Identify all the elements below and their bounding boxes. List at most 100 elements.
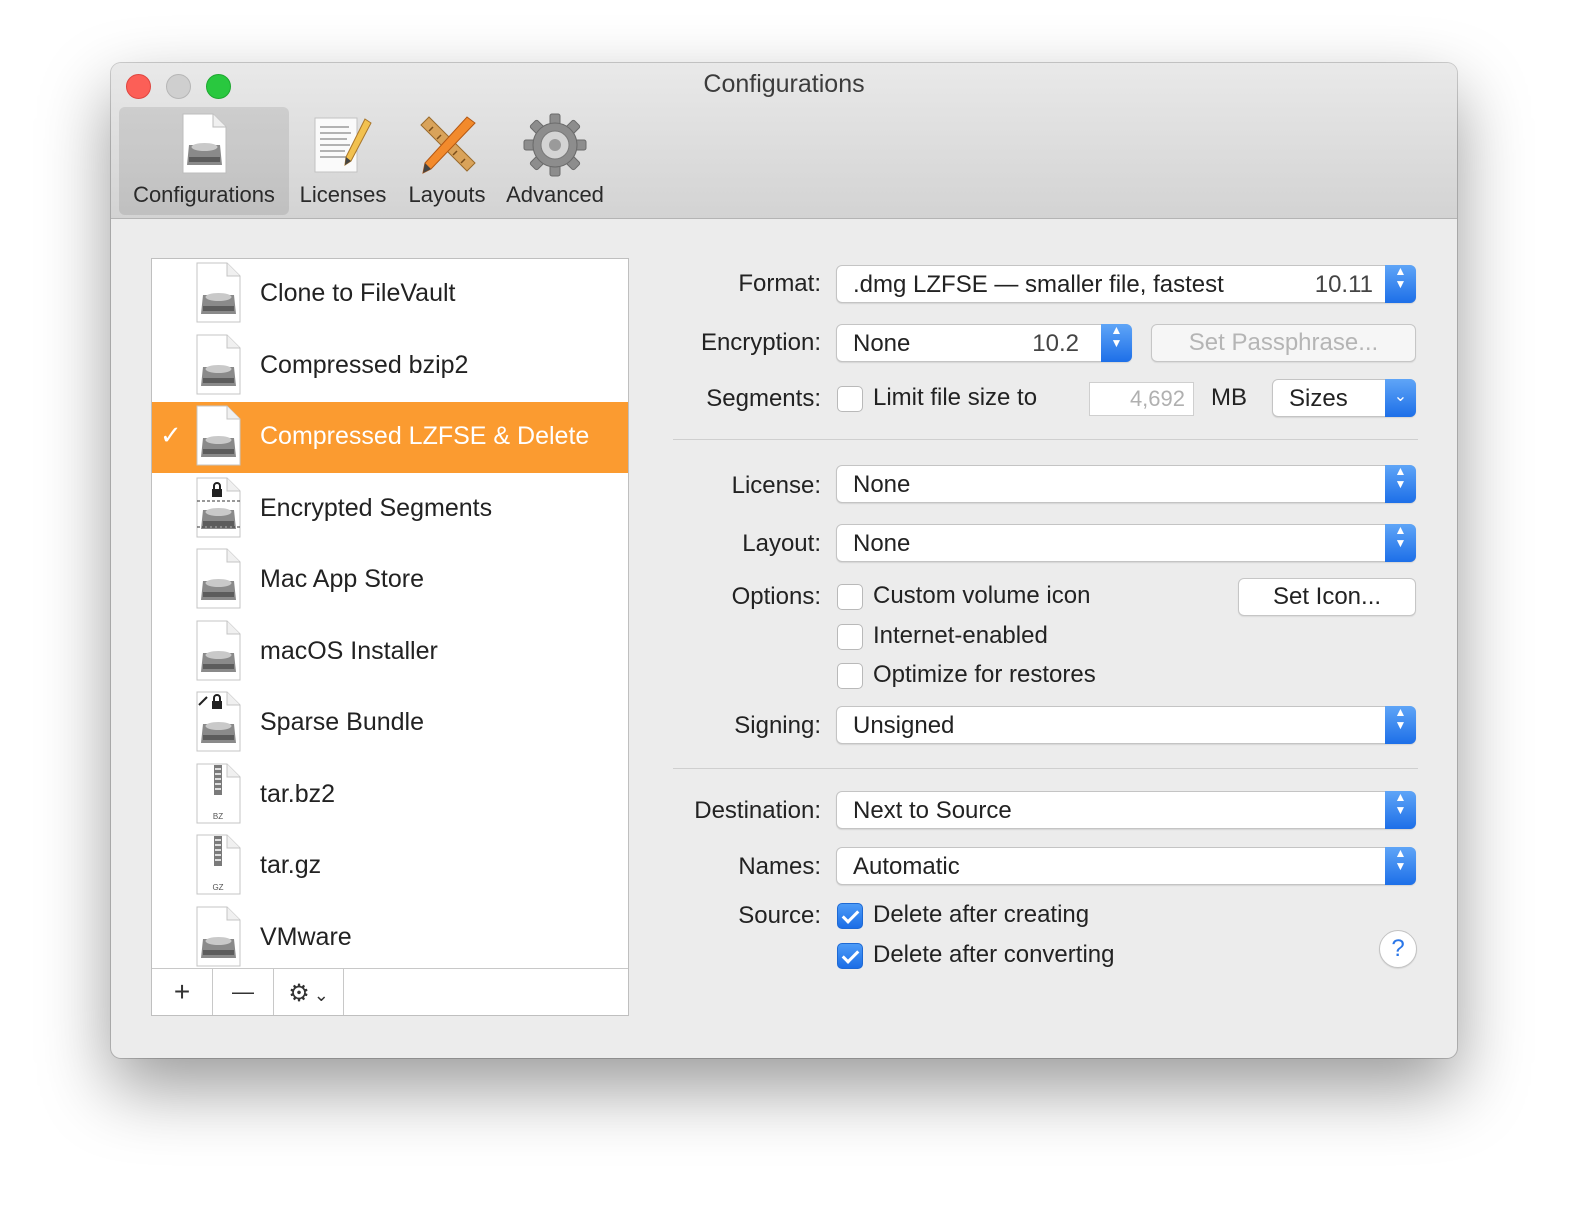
format-label: Format: — [738, 270, 821, 297]
list-item-label: Encrypted Segments — [260, 493, 493, 522]
source-label: Source: — [738, 902, 821, 929]
list-item[interactable]: Sparse Bundle — [152, 688, 628, 759]
delete-after-creating-label: Delete after creating — [873, 901, 1090, 928]
limit-file-size-label: Limit file size to — [873, 384, 1038, 411]
optimize-restores-label: Optimize for restores — [873, 661, 1096, 688]
disk-image-icon — [194, 405, 242, 472]
list-item-label: Clone to FileVault — [260, 279, 456, 307]
segments-label: Segments: — [706, 385, 821, 412]
list-item[interactable]: Mac App Store — [152, 545, 628, 616]
list-item-label: Sparse Bundle — [260, 708, 425, 736]
delete-after-creating-checkbox[interactable] — [837, 903, 863, 929]
encryption-label: Encryption: — [700, 329, 821, 356]
delete-after-converting-checkbox[interactable] — [837, 943, 863, 969]
tab-configurations[interactable]: Configurations — [119, 107, 289, 215]
list-item[interactable]: ✓ Compressed LZFSE & Delete — [152, 402, 628, 473]
internet-enabled-label: Internet-enabled — [873, 622, 1048, 649]
custom-volume-icon-checkbox[interactable] — [837, 584, 863, 610]
popup-arrows-icon: ▲ ▼ — [1101, 324, 1132, 362]
delete-after-converting-label: Delete after converting — [873, 941, 1115, 968]
remove-configuration-button[interactable]: — — [213, 969, 274, 1015]
list-item-label: tar.gz — [260, 851, 322, 879]
gear-icon: ⚙ — [288, 980, 310, 1007]
window-title: Configurations — [703, 70, 865, 98]
set-icon-button[interactable]: Set Icon... — [1238, 578, 1416, 616]
disk-image-icon — [180, 113, 228, 181]
limit-file-size-checkbox[interactable] — [837, 386, 863, 412]
destination-value: Next to Source — [853, 797, 1012, 824]
preferences-window: Configurations Configurations Licenses L… — [111, 63, 1457, 1058]
options-label: Options: — [731, 583, 821, 610]
list-item-label: VMware — [260, 922, 352, 951]
encryption-version: 10.2 — [1032, 330, 1079, 357]
segment-size-field[interactable]: 4,692 — [1089, 382, 1194, 416]
list-item[interactable]: GZ tar.gz — [152, 831, 628, 902]
encryption-popup[interactable]: None 10.2 ▲ ▼ — [836, 324, 1132, 362]
license-popup[interactable]: None ▲ ▼ — [836, 465, 1416, 503]
ruler-pencil-icon — [415, 113, 479, 183]
list-toolbar: + — ⚙ ⌄ — [152, 968, 628, 1015]
list-item-label: tar.bz2 — [260, 779, 336, 808]
tab-advanced[interactable]: Advanced — [499, 107, 611, 215]
chevron-down-icon: ⌄ — [1385, 379, 1416, 417]
encryption-value: None — [853, 330, 911, 357]
tab-licenses[interactable]: Licenses — [293, 107, 393, 215]
add-configuration-button[interactable]: + — [152, 969, 213, 1015]
format-popup[interactable]: .dmg LZFSE — smaller file, fastest 10.11… — [836, 265, 1416, 303]
list-item-label: Mac App Store — [260, 565, 424, 593]
names-popup[interactable]: Automatic ▲ ▼ — [836, 847, 1416, 885]
list-item-label: Compressed LZFSE & Delete — [260, 422, 590, 450]
destination-popup[interactable]: Next to Source ▲ ▼ — [836, 791, 1416, 829]
checkmark-icon: ✓ — [160, 420, 182, 450]
gear-icon — [523, 113, 587, 183]
destination-label: Destination: — [694, 797, 821, 824]
disk-image-icon — [194, 334, 242, 401]
internet-enabled-checkbox[interactable] — [837, 624, 863, 650]
document-pencil-icon — [311, 113, 375, 181]
tab-label: Configurations — [133, 182, 275, 207]
separator — [673, 439, 1418, 440]
list-item[interactable]: Encrypted Segments — [152, 474, 628, 545]
list-item-label: Compressed bzip2 — [260, 350, 469, 379]
help-button[interactable]: ? — [1379, 930, 1417, 968]
list-item[interactable]: Clone to FileVault — [152, 259, 628, 330]
popup-arrows-icon: ▲ ▼ — [1385, 465, 1416, 503]
sparse-bundle-icon — [194, 691, 242, 758]
popup-arrows-icon: ▲ ▼ — [1385, 706, 1416, 744]
archive-bz-icon: BZ — [194, 763, 242, 830]
disk-image-icon — [194, 620, 242, 687]
disk-image-icon — [194, 262, 242, 329]
list-item[interactable]: BZ tar.bz2 — [152, 760, 628, 831]
list-item[interactable]: macOS Installer — [152, 617, 628, 688]
segment-size-unit: MB — [1211, 384, 1247, 411]
names-label: Names: — [738, 853, 821, 880]
set-passphrase-button[interactable]: Set Passphrase... — [1151, 324, 1416, 362]
signing-popup[interactable]: Unsigned ▲ ▼ — [836, 706, 1416, 744]
signing-label: Signing: — [734, 712, 821, 739]
names-value: Automatic — [853, 853, 960, 880]
layout-popup[interactable]: None ▲ ▼ — [836, 524, 1416, 562]
list-item[interactable]: VMware — [152, 903, 628, 974]
license-label: License: — [731, 472, 821, 499]
tab-layouts[interactable]: Layouts — [399, 107, 495, 215]
titlebar: Configurations Configurations Licenses L… — [111, 63, 1457, 219]
separator — [673, 768, 1418, 769]
signing-value: Unsigned — [853, 712, 955, 739]
configurations-list[interactable]: Clone to FileVault Compressed bzip2 ✓ Compr… — [151, 258, 629, 1016]
optimize-restores-checkbox[interactable] — [837, 663, 863, 689]
chevron-down-icon: ⌄ — [313, 985, 329, 1005]
archive-gz-icon: GZ — [194, 834, 242, 901]
action-menu-button[interactable]: ⚙ ⌄ — [274, 969, 344, 1015]
disk-image-icon — [194, 906, 242, 973]
popup-arrows-icon: ▲ ▼ — [1385, 791, 1416, 829]
sizes-popup[interactable]: Sizes ⌄ — [1272, 379, 1416, 417]
list-item[interactable]: Compressed bzip2 — [152, 331, 628, 402]
popup-arrows-icon: ▲ ▼ — [1385, 847, 1416, 885]
list-item-label: macOS Installer — [260, 636, 438, 665]
sizes-label: Sizes — [1289, 385, 1348, 412]
tab-label: Advanced — [506, 182, 604, 207]
layout-label: Layout: — [742, 530, 821, 557]
encrypted-segments-icon — [194, 477, 242, 544]
popup-arrows-icon: ▲ ▼ — [1385, 524, 1416, 562]
tab-label: Layouts — [408, 182, 486, 207]
